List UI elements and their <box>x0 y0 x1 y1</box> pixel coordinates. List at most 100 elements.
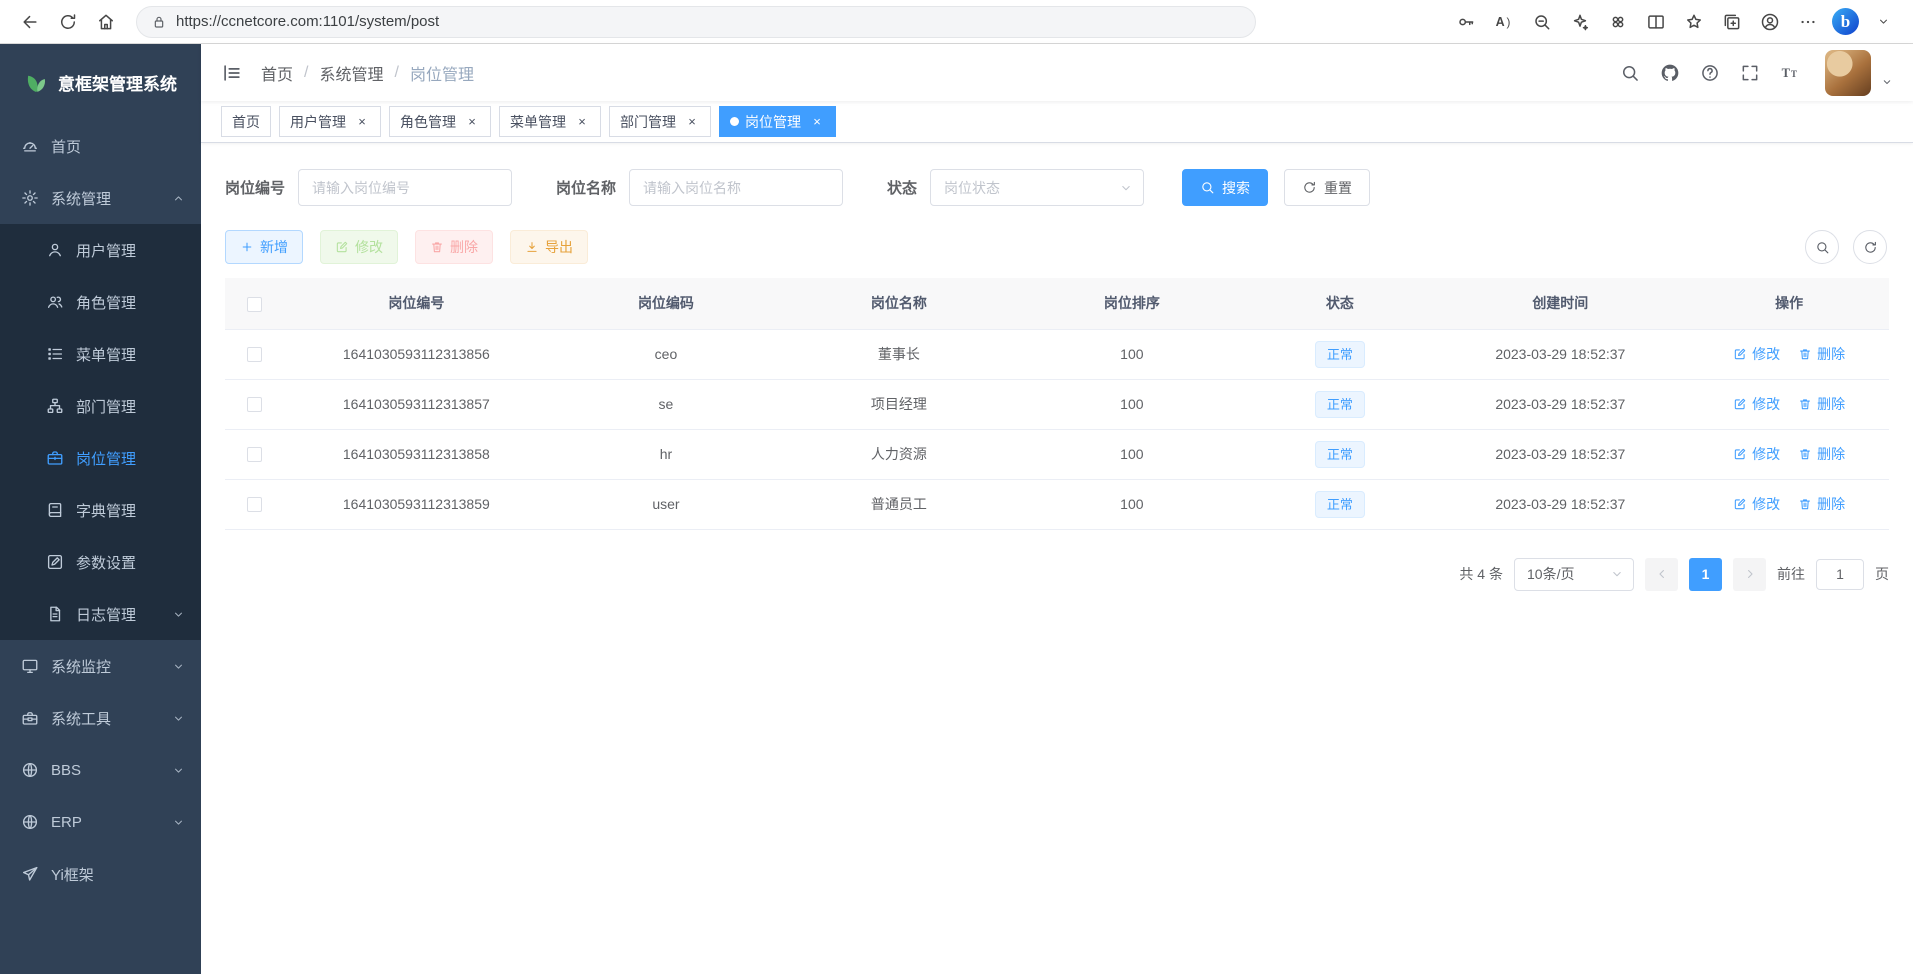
tab-menu-mgmt[interactable]: 菜单管理× <box>499 106 601 137</box>
sidebar-item-erp[interactable]: ERP <box>0 796 201 848</box>
breadcrumb-item[interactable]: 首页 <box>261 61 293 85</box>
breadcrumb-item[interactable]: 系统管理 <box>319 61 383 85</box>
github-icon[interactable] <box>1653 56 1687 90</box>
sidebar-item-user-mgmt[interactable]: 用户管理 <box>0 224 201 276</box>
cell-id: 1641030593112313859 <box>283 479 549 529</box>
app: 意框架管理系统 首页系统管理用户管理角色管理菜单管理部门管理岗位管理字典管理参数… <box>0 44 1913 974</box>
chevron-down-icon[interactable] <box>1881 76 1893 88</box>
sidebar-item-role-mgmt[interactable]: 角色管理 <box>0 276 201 328</box>
row-edit-button[interactable]: 修改 <box>1733 394 1780 414</box>
refresh-table-button[interactable] <box>1853 230 1887 264</box>
row-delete-button[interactable]: 删除 <box>1798 344 1845 364</box>
page-1-button[interactable]: 1 <box>1689 558 1722 591</box>
select-all-checkbox[interactable] <box>247 297 262 312</box>
fullscreen-icon[interactable] <box>1733 56 1767 90</box>
chevron-right-icon <box>1743 567 1757 581</box>
reset-button[interactable]: 重置 <box>1284 169 1370 206</box>
tab-role-mgmt[interactable]: 角色管理× <box>389 106 491 137</box>
user-avatar[interactable] <box>1825 50 1871 96</box>
sparkle-icon[interactable] <box>1562 5 1598 39</box>
zoom-out-icon[interactable] <box>1524 5 1560 39</box>
sidebar-item-label: 系统监控 <box>51 656 111 677</box>
sidebar-item-dict-mgmt[interactable]: 字典管理 <box>0 484 201 536</box>
search-button[interactable]: 搜索 <box>1182 169 1268 206</box>
sidebar-item-label: 参数设置 <box>76 552 136 573</box>
pagination-total: 共 4 条 <box>1459 564 1503 584</box>
site-info-lock-icon[interactable] <box>151 14 167 30</box>
read-aloud-icon[interactable]: A) <box>1486 5 1522 39</box>
row-checkbox[interactable] <box>247 397 262 412</box>
favorites-star-icon[interactable] <box>1676 5 1712 39</box>
edit-button[interactable]: 修改 <box>320 230 398 264</box>
back-icon[interactable] <box>12 5 48 39</box>
profile-icon[interactable] <box>1752 5 1788 39</box>
collapse-sidebar-icon[interactable] <box>221 62 243 84</box>
toolbar-caret-icon[interactable] <box>1865 5 1901 39</box>
sidebar-item-bbs[interactable]: BBS <box>0 744 201 796</box>
home-icon[interactable] <box>88 5 124 39</box>
sidebar-item-dept-mgmt[interactable]: 部门管理 <box>0 380 201 432</box>
close-icon[interactable]: × <box>354 114 370 130</box>
sidebar-item-yi-framework[interactable]: Yi框架 <box>0 848 201 900</box>
row-edit-button[interactable]: 修改 <box>1733 444 1780 464</box>
chevron-down-icon <box>172 660 185 673</box>
delete-button[interactable]: 删除 <box>415 230 493 264</box>
cell-name: 人力资源 <box>782 429 1015 479</box>
sidebar-item-post-mgmt[interactable]: 岗位管理 <box>0 432 201 484</box>
add-button[interactable]: 新增 <box>225 230 303 264</box>
tab-user-mgmt[interactable]: 用户管理× <box>279 106 381 137</box>
close-icon[interactable]: × <box>684 114 700 130</box>
search-button-label: 搜索 <box>1222 178 1250 198</box>
column-header: 创建时间 <box>1431 278 1689 329</box>
app-logo[interactable]: 意框架管理系统 <box>0 44 201 120</box>
text-size-icon[interactable]: TT <box>1773 56 1807 90</box>
row-checkbox[interactable] <box>247 447 262 462</box>
browser-toolbar: A) b <box>1448 5 1901 39</box>
next-page-button[interactable] <box>1733 558 1766 591</box>
close-icon[interactable]: × <box>809 114 825 130</box>
chevron-up-icon <box>172 192 185 205</box>
address-bar[interactable]: https://ccnetcore.com:1101/system/post <box>136 6 1256 38</box>
table-row: 1641030593112313859user普通员工100正常2023-03-… <box>225 479 1889 529</box>
filter-input[interactable] <box>629 169 843 206</box>
tab-dept-mgmt[interactable]: 部门管理× <box>609 106 711 137</box>
row-delete-button[interactable]: 删除 <box>1798 394 1845 414</box>
sidebar-item-system-mgmt[interactable]: 系统管理 <box>0 172 201 224</box>
toggle-search-button[interactable] <box>1805 230 1839 264</box>
tab-post-mgmt[interactable]: 岗位管理× <box>719 106 836 137</box>
export-button[interactable]: 导出 <box>510 230 588 264</box>
sidebar-item-log-mgmt[interactable]: 日志管理 <box>0 588 201 640</box>
help-icon[interactable] <box>1693 56 1727 90</box>
close-icon[interactable]: × <box>574 114 590 130</box>
chevron-down-icon <box>1610 567 1624 581</box>
row-delete-button[interactable]: 删除 <box>1798 444 1845 464</box>
cell-code: hr <box>549 429 782 479</box>
reload-icon[interactable] <box>50 5 86 39</box>
filter-input[interactable] <box>298 169 512 206</box>
row-edit-button[interactable]: 修改 <box>1733 494 1780 514</box>
row-delete-button[interactable]: 删除 <box>1798 494 1845 514</box>
prev-page-button[interactable] <box>1645 558 1678 591</box>
bing-icon[interactable]: b <box>1832 8 1859 35</box>
sidebar-item-system-monitor[interactable]: 系统监控 <box>0 640 201 692</box>
essentials-icon[interactable] <box>1600 5 1636 39</box>
cell-sort: 100 <box>1015 379 1248 429</box>
sidebar-item-menu-mgmt[interactable]: 菜单管理 <box>0 328 201 380</box>
row-edit-button[interactable]: 修改 <box>1733 344 1780 364</box>
split-screen-icon[interactable] <box>1638 5 1674 39</box>
close-icon[interactable]: × <box>464 114 480 130</box>
row-checkbox[interactable] <box>247 347 262 362</box>
search-icon[interactable] <box>1613 56 1647 90</box>
tab-home[interactable]: 首页 <box>221 106 271 137</box>
filter-select[interactable]: 岗位状态 <box>930 169 1144 206</box>
ellipsis-icon[interactable] <box>1790 5 1826 39</box>
sidebar-item-system-tools[interactable]: 系统工具 <box>0 692 201 744</box>
page-size-select[interactable]: 10条/页 <box>1514 558 1634 591</box>
sidebar-item-home[interactable]: 首页 <box>0 120 201 172</box>
collections-icon[interactable] <box>1714 5 1750 39</box>
row-checkbox[interactable] <box>247 497 262 512</box>
key-icon[interactable] <box>1448 5 1484 39</box>
goto-page-input[interactable] <box>1816 559 1864 590</box>
filter-form: 岗位编号岗位名称状态岗位状态 搜索 重置 <box>225 169 1889 206</box>
sidebar-item-param-settings[interactable]: 参数设置 <box>0 536 201 588</box>
